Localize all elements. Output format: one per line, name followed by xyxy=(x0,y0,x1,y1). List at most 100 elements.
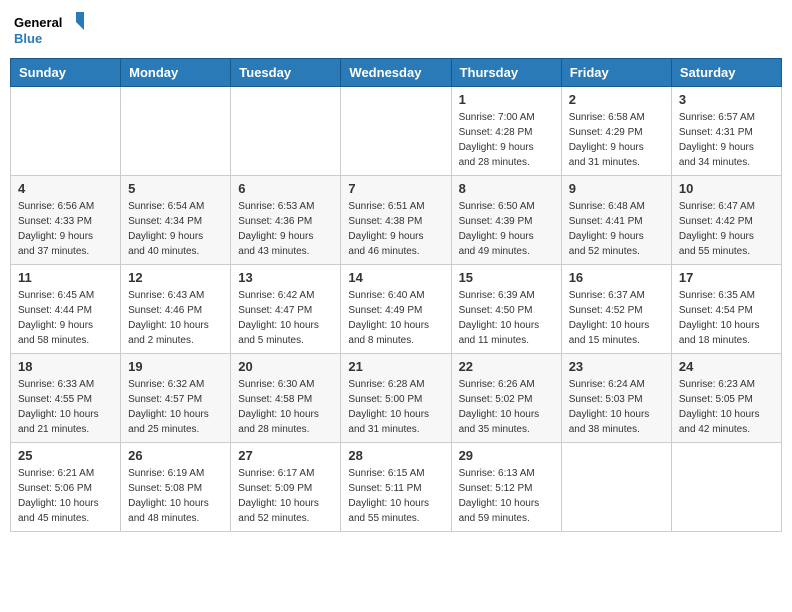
logo: General Blue xyxy=(14,10,84,50)
day-number: 14 xyxy=(348,270,443,285)
calendar-cell: 28Sunrise: 6:15 AM Sunset: 5:11 PM Dayli… xyxy=(341,443,451,532)
calendar-cell: 11 Sunrise: 6:45 AM Sunset: 4:44 PM Dayli… xyxy=(11,265,121,354)
calendar-cell: 29 Sunrise: 6:13 AM Sunset: 5:12 PM Dayli… xyxy=(451,443,561,532)
day-number: 23 xyxy=(569,359,664,374)
weekday-header-wednesday: Wednesday xyxy=(341,59,451,87)
calendar-cell: 14 Sunrise: 6:40 AM Sunset: 4:49 PM Dayli… xyxy=(341,265,451,354)
calendar-cell: 13Sunrise: 6:42 AM Sunset: 4:47 PM Dayli… xyxy=(231,265,341,354)
day-number: 15 xyxy=(459,270,554,285)
day-info: Sunrise: 6:47 AM Sunset: 4:42 PM Dayligh… xyxy=(679,199,774,259)
day-number: 19 xyxy=(128,359,223,374)
weekday-header-friday: Friday xyxy=(561,59,671,87)
day-info: Sunrise: 6:13 AM Sunset: 5:12 PM Dayligh… xyxy=(459,466,554,526)
day-info: Sunrise: 6:58 AM Sunset: 4:29 PM Dayligh… xyxy=(569,110,664,170)
calendar-cell: 5Sunrise: 6:54 AM Sunset: 4:34 PM Daylig… xyxy=(121,176,231,265)
weekday-header-saturday: Saturday xyxy=(671,59,781,87)
day-info: Sunrise: 6:39 AM Sunset: 4:50 PM Dayligh… xyxy=(459,288,554,348)
page-header: General Blue xyxy=(10,10,782,50)
calendar-cell: 17Sunrise: 6:35 AM Sunset: 4:54 PM Dayli… xyxy=(671,265,781,354)
calendar-week-4: 18 Sunrise: 6:33 AM Sunset: 4:55 PM Dayli… xyxy=(11,354,782,443)
calendar-week-5: 25 Sunrise: 6:21 AM Sunset: 5:06 PM Dayli… xyxy=(11,443,782,532)
day-number: 13 xyxy=(238,270,333,285)
day-number: 2 xyxy=(569,92,664,107)
svg-text:Blue: Blue xyxy=(14,31,42,46)
weekday-header-sunday: Sunday xyxy=(11,59,121,87)
day-info: Sunrise: 6:45 AM Sunset: 4:44 PM Dayligh… xyxy=(18,288,113,348)
calendar-week-2: 4Sunrise: 6:56 AM Sunset: 4:33 PM Daylig… xyxy=(11,176,782,265)
calendar-cell: 2 Sunrise: 6:58 AM Sunset: 4:29 PM Daylig… xyxy=(561,87,671,176)
day-info: Sunrise: 6:23 AM Sunset: 5:05 PM Dayligh… xyxy=(679,377,774,437)
day-number: 7 xyxy=(348,181,443,196)
day-info: Sunrise: 6:19 AM Sunset: 5:08 PM Dayligh… xyxy=(128,466,223,526)
day-info: Sunrise: 7:00 AM Sunset: 4:28 PM Dayligh… xyxy=(459,110,554,170)
weekday-header-row: SundayMondayTuesdayWednesdayThursdayFrid… xyxy=(11,59,782,87)
calendar-cell xyxy=(121,87,231,176)
calendar-cell: 4Sunrise: 6:56 AM Sunset: 4:33 PM Daylig… xyxy=(11,176,121,265)
day-number: 20 xyxy=(238,359,333,374)
calendar-cell: 27 Sunrise: 6:17 AM Sunset: 5:09 PM Dayli… xyxy=(231,443,341,532)
calendar-cell: 10 Sunrise: 6:47 AM Sunset: 4:42 PM Dayli… xyxy=(671,176,781,265)
calendar-week-1: 1 Sunrise: 7:00 AM Sunset: 4:28 PM Daylig… xyxy=(11,87,782,176)
day-number: 29 xyxy=(459,448,554,463)
calendar-cell: 7 Sunrise: 6:51 AM Sunset: 4:38 PM Daylig… xyxy=(341,176,451,265)
calendar-cell xyxy=(341,87,451,176)
calendar-cell: 24 Sunrise: 6:23 AM Sunset: 5:05 PM Dayli… xyxy=(671,354,781,443)
calendar-cell: 8Sunrise: 6:50 AM Sunset: 4:39 PM Daylig… xyxy=(451,176,561,265)
calendar-cell: 1 Sunrise: 7:00 AM Sunset: 4:28 PM Daylig… xyxy=(451,87,561,176)
calendar-cell: 22Sunrise: 6:26 AM Sunset: 5:02 PM Dayli… xyxy=(451,354,561,443)
calendar-cell: 12Sunrise: 6:43 AM Sunset: 4:46 PM Dayli… xyxy=(121,265,231,354)
day-number: 27 xyxy=(238,448,333,463)
calendar-week-3: 11 Sunrise: 6:45 AM Sunset: 4:44 PM Dayli… xyxy=(11,265,782,354)
day-info: Sunrise: 6:35 AM Sunset: 4:54 PM Dayligh… xyxy=(679,288,774,348)
day-number: 21 xyxy=(348,359,443,374)
calendar-cell: 9 Sunrise: 6:48 AM Sunset: 4:41 PM Daylig… xyxy=(561,176,671,265)
day-info: Sunrise: 6:51 AM Sunset: 4:38 PM Dayligh… xyxy=(348,199,443,259)
day-info: Sunrise: 6:30 AM Sunset: 4:58 PM Dayligh… xyxy=(238,377,333,437)
day-number: 1 xyxy=(459,92,554,107)
calendar-cell: 18 Sunrise: 6:33 AM Sunset: 4:55 PM Dayli… xyxy=(11,354,121,443)
day-number: 26 xyxy=(128,448,223,463)
svg-text:General: General xyxy=(14,15,62,30)
day-number: 10 xyxy=(679,181,774,196)
day-info: Sunrise: 6:28 AM Sunset: 5:00 PM Dayligh… xyxy=(348,377,443,437)
calendar-cell: 20 Sunrise: 6:30 AM Sunset: 4:58 PM Dayli… xyxy=(231,354,341,443)
day-info: Sunrise: 6:21 AM Sunset: 5:06 PM Dayligh… xyxy=(18,466,113,526)
day-number: 3 xyxy=(679,92,774,107)
day-number: 9 xyxy=(569,181,664,196)
day-number: 6 xyxy=(238,181,333,196)
day-info: Sunrise: 6:40 AM Sunset: 4:49 PM Dayligh… xyxy=(348,288,443,348)
day-number: 11 xyxy=(18,270,113,285)
calendar-cell: 19 Sunrise: 6:32 AM Sunset: 4:57 PM Dayli… xyxy=(121,354,231,443)
day-info: Sunrise: 6:50 AM Sunset: 4:39 PM Dayligh… xyxy=(459,199,554,259)
calendar-cell: 6 Sunrise: 6:53 AM Sunset: 4:36 PM Daylig… xyxy=(231,176,341,265)
weekday-header-thursday: Thursday xyxy=(451,59,561,87)
weekday-header-monday: Monday xyxy=(121,59,231,87)
calendar-cell: 21 Sunrise: 6:28 AM Sunset: 5:00 PM Dayli… xyxy=(341,354,451,443)
calendar-cell: 15 Sunrise: 6:39 AM Sunset: 4:50 PM Dayli… xyxy=(451,265,561,354)
day-info: Sunrise: 6:56 AM Sunset: 4:33 PM Dayligh… xyxy=(18,199,113,259)
day-info: Sunrise: 6:33 AM Sunset: 4:55 PM Dayligh… xyxy=(18,377,113,437)
calendar-cell xyxy=(561,443,671,532)
day-info: Sunrise: 6:57 AM Sunset: 4:31 PM Dayligh… xyxy=(679,110,774,170)
calendar-cell: 26 Sunrise: 6:19 AM Sunset: 5:08 PM Dayli… xyxy=(121,443,231,532)
logo-icon: General Blue xyxy=(14,10,84,50)
day-info: Sunrise: 6:26 AM Sunset: 5:02 PM Dayligh… xyxy=(459,377,554,437)
day-number: 24 xyxy=(679,359,774,374)
day-number: 25 xyxy=(18,448,113,463)
day-info: Sunrise: 6:43 AM Sunset: 4:46 PM Dayligh… xyxy=(128,288,223,348)
day-info: Sunrise: 6:17 AM Sunset: 5:09 PM Dayligh… xyxy=(238,466,333,526)
calendar-cell: 16Sunrise: 6:37 AM Sunset: 4:52 PM Dayli… xyxy=(561,265,671,354)
day-info: Sunrise: 6:15 AM Sunset: 5:11 PM Dayligh… xyxy=(348,466,443,526)
day-info: Sunrise: 6:48 AM Sunset: 4:41 PM Dayligh… xyxy=(569,199,664,259)
calendar-cell: 25 Sunrise: 6:21 AM Sunset: 5:06 PM Dayli… xyxy=(11,443,121,532)
calendar-cell xyxy=(671,443,781,532)
day-info: Sunrise: 6:53 AM Sunset: 4:36 PM Dayligh… xyxy=(238,199,333,259)
calendar-cell xyxy=(231,87,341,176)
day-info: Sunrise: 6:37 AM Sunset: 4:52 PM Dayligh… xyxy=(569,288,664,348)
calendar-cell: 3 Sunrise: 6:57 AM Sunset: 4:31 PM Daylig… xyxy=(671,87,781,176)
calendar-cell: 23Sunrise: 6:24 AM Sunset: 5:03 PM Dayli… xyxy=(561,354,671,443)
day-info: Sunrise: 6:32 AM Sunset: 4:57 PM Dayligh… xyxy=(128,377,223,437)
calendar-cell xyxy=(11,87,121,176)
day-number: 18 xyxy=(18,359,113,374)
calendar-table: SundayMondayTuesdayWednesdayThursdayFrid… xyxy=(10,58,782,532)
